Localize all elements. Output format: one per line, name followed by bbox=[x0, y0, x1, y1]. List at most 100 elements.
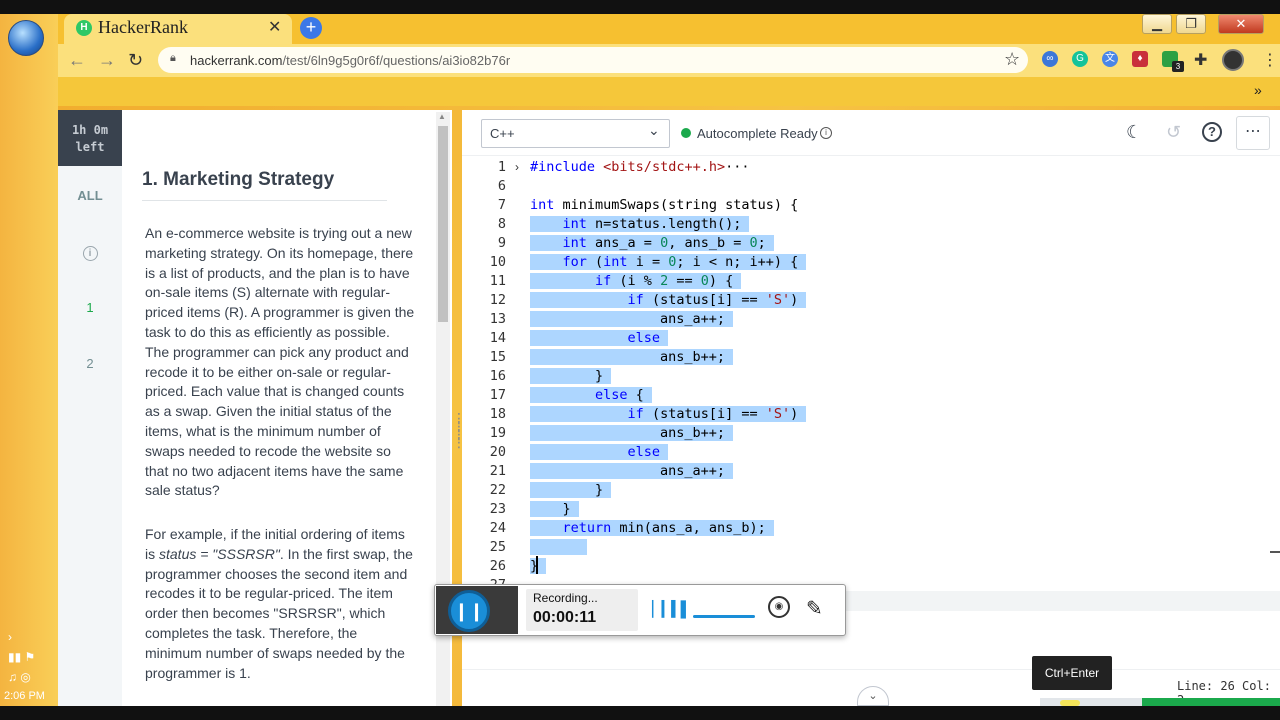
problem-description: An e-commerce website is trying out a ne… bbox=[145, 225, 415, 499]
window-close-button[interactable]: ✕ bbox=[1218, 14, 1264, 34]
reload-icon[interactable]: ↻ bbox=[128, 50, 143, 71]
nav-question-2[interactable]: 2 bbox=[58, 356, 122, 371]
window-minimize-button[interactable]: ▁ bbox=[1142, 14, 1172, 34]
recording-status: Recording... bbox=[533, 591, 598, 605]
code-line[interactable]: else bbox=[530, 443, 669, 462]
browser-menu-icon[interactable]: ⋮ bbox=[1262, 50, 1278, 70]
mic-icon[interactable]: ▏▎▍▌ bbox=[652, 600, 691, 618]
bookmarks-bar bbox=[58, 77, 1280, 106]
hackerrank-favicon-icon: H bbox=[76, 20, 92, 36]
more-bookmarks-icon[interactable]: » bbox=[1254, 82, 1262, 98]
line-number: 25 bbox=[489, 539, 506, 555]
code-line[interactable]: if (status[i] == 'S') bbox=[530, 405, 807, 424]
extension-translate-icon[interactable]: 文 bbox=[1102, 51, 1118, 67]
lock-icon[interactable]: 🔒︎ bbox=[170, 52, 176, 65]
scroll-up-arrow-icon[interactable]: ▲ bbox=[438, 112, 446, 121]
code-line[interactable]: #include <bits/stdc++.h>··· bbox=[530, 158, 749, 177]
run-code-button[interactable] bbox=[1040, 698, 1142, 706]
line-number: 6 bbox=[497, 178, 506, 194]
tray-expand-icon[interactable]: › bbox=[8, 630, 12, 644]
extensions-puzzle-icon[interactable]: ✚ bbox=[1194, 50, 1207, 70]
forward-arrow-icon[interactable]: → bbox=[98, 50, 116, 71]
line-number: 24 bbox=[489, 520, 506, 536]
line-number: 19 bbox=[489, 425, 506, 441]
extension-infinity-icon[interactable]: ∞ bbox=[1042, 51, 1058, 67]
nav-all-questions[interactable]: ALL bbox=[58, 188, 122, 203]
language-select[interactable]: C++ bbox=[481, 119, 670, 148]
code-line[interactable]: for (int i = 0; i < n; i++) { bbox=[530, 253, 807, 272]
extension-shield-icon[interactable]: ♦ bbox=[1132, 51, 1148, 67]
code-line[interactable]: ans_b++; bbox=[530, 348, 734, 367]
line-number: 15 bbox=[489, 349, 506, 365]
tray-network-icon[interactable]: ▮▮ ⚑ bbox=[8, 650, 35, 664]
line-number: 23 bbox=[489, 501, 506, 517]
tray-volume-icon[interactable]: ♫ ◎ bbox=[8, 670, 31, 684]
moon-icon[interactable]: ☾ bbox=[1126, 122, 1142, 143]
code-line[interactable]: else bbox=[530, 329, 669, 348]
new-tab-button[interactable]: + bbox=[300, 17, 322, 39]
code-line[interactable]: } bbox=[530, 481, 612, 500]
letterbox-top bbox=[0, 0, 1280, 14]
code-line[interactable]: int n=status.length(); bbox=[530, 215, 750, 234]
title-divider bbox=[142, 200, 387, 201]
taskbar-clock[interactable]: 2:06 PM bbox=[4, 690, 45, 702]
code-line[interactable]: int ans_a = 0, ans_b = 0; bbox=[530, 234, 774, 253]
history-icon[interactable]: ↺ bbox=[1166, 122, 1181, 143]
chevron-down-icon[interactable]: ⌄ bbox=[648, 122, 660, 139]
window-maximize-button[interactable]: ❐ bbox=[1176, 14, 1206, 34]
info-icon: i bbox=[82, 246, 98, 261]
line-number: 7 bbox=[497, 197, 506, 213]
line-number: 18 bbox=[489, 406, 506, 422]
line-number: 16 bbox=[489, 368, 506, 384]
help-icon[interactable]: ? bbox=[1202, 122, 1222, 142]
bookmark-star-icon[interactable]: ☆ bbox=[1004, 49, 1020, 70]
autocomplete-status-dot bbox=[681, 128, 691, 138]
line-number: 21 bbox=[489, 463, 506, 479]
nav-question-1[interactable]: 1 bbox=[58, 300, 122, 315]
time-left: 1h 0m left bbox=[71, 123, 109, 154]
fold-arrow-icon[interactable]: › bbox=[515, 160, 519, 174]
line-number: 12 bbox=[489, 292, 506, 308]
start-button[interactable] bbox=[8, 20, 44, 56]
code-line[interactable]: ans_a++; bbox=[530, 310, 734, 329]
autocomplete-info-icon[interactable]: i bbox=[820, 127, 832, 139]
code-line[interactable]: } bbox=[530, 367, 612, 386]
problem-example: For example, if the initial ordering of … bbox=[145, 526, 413, 681]
code-line[interactable]: else { bbox=[530, 386, 652, 405]
volume-slider[interactable] bbox=[693, 615, 755, 618]
code-line[interactable]: } bbox=[530, 500, 579, 519]
letterbox-bottom bbox=[0, 706, 1280, 720]
line-number: 11 bbox=[489, 273, 506, 289]
code-line[interactable]: ans_a++; bbox=[530, 462, 734, 481]
pen-icon[interactable]: ✎ bbox=[806, 596, 823, 621]
extension-grammarly-icon[interactable]: G bbox=[1072, 51, 1088, 67]
taskbar bbox=[0, 14, 58, 706]
overview-ruler-marker bbox=[1270, 551, 1280, 553]
line-number: 26 bbox=[489, 558, 506, 574]
code-line[interactable]: if (i % 2 == 0) { bbox=[530, 272, 742, 291]
line-number: 9 bbox=[497, 235, 506, 251]
tab-title: HackerRank bbox=[98, 17, 188, 37]
profile-avatar[interactable] bbox=[1222, 49, 1244, 71]
line-number: 13 bbox=[489, 311, 506, 327]
line-number: 22 bbox=[489, 482, 506, 498]
nav-info[interactable]: i bbox=[58, 244, 122, 261]
extension-badge-count: 3 bbox=[1172, 61, 1184, 72]
more-options-button[interactable]: ⋯ bbox=[1236, 116, 1270, 150]
webcam-icon[interactable]: ◉ bbox=[768, 596, 790, 618]
tab-close-icon[interactable]: ✕ bbox=[268, 17, 281, 37]
submit-button[interactable] bbox=[1142, 698, 1280, 706]
code-line[interactable]: if (status[i] == 'S') bbox=[530, 291, 807, 310]
pause-icon[interactable]: ❙❙ bbox=[448, 590, 490, 632]
autocomplete-status: Autocomplete Ready bbox=[697, 126, 818, 141]
back-arrow-icon[interactable]: ← bbox=[68, 50, 86, 71]
url-text[interactable]: hackerrank.com/test/6ln9g5g0r6f/question… bbox=[190, 53, 510, 68]
code-line[interactable]: } bbox=[530, 557, 547, 576]
line-number: 17 bbox=[489, 387, 506, 403]
code-line[interactable]: int minimumSwaps(string status) { bbox=[530, 196, 798, 215]
problem-scrollbar-thumb[interactable] bbox=[438, 126, 448, 322]
code-line[interactable]: return min(ans_a, ans_b); bbox=[530, 519, 774, 538]
code-line[interactable] bbox=[530, 538, 587, 557]
code-line[interactable]: ans_b++; bbox=[530, 424, 734, 443]
run-shortcut-tooltip: Ctrl+Enter bbox=[1032, 656, 1112, 690]
